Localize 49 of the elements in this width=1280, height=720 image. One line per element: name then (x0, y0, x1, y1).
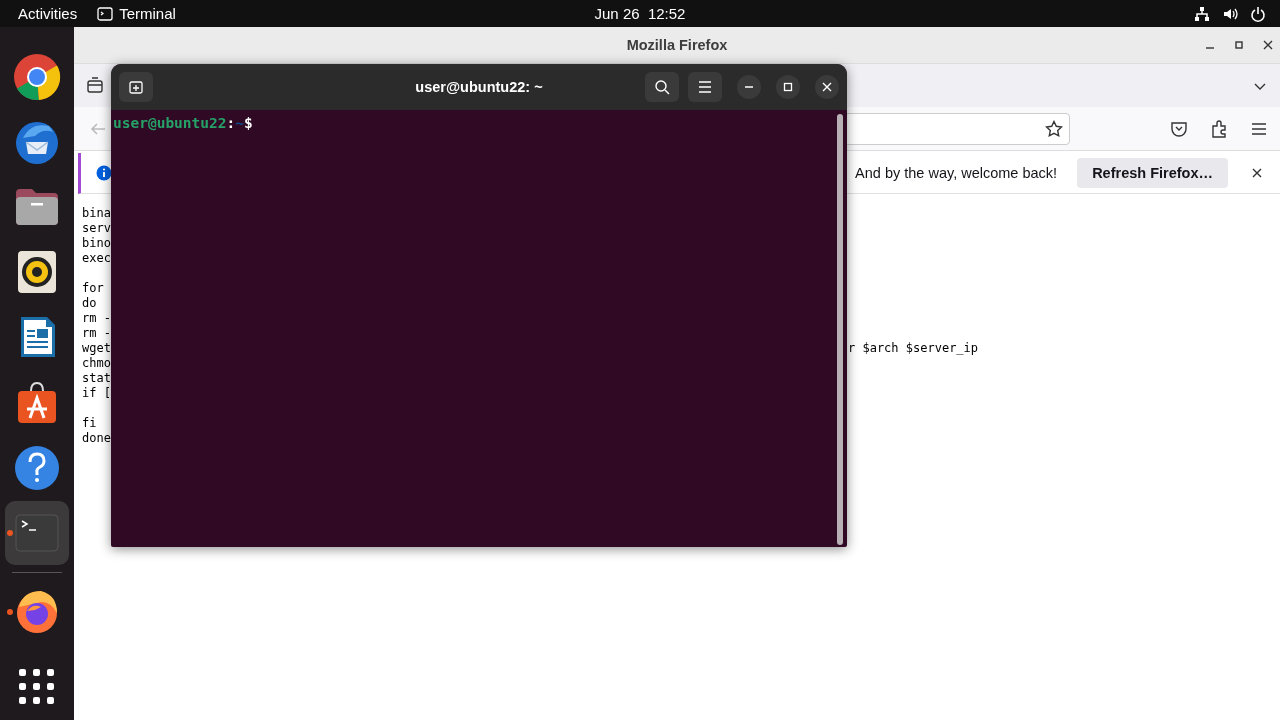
address-bar[interactable] (844, 112, 1070, 145)
code-line: bino (82, 236, 111, 251)
close-icon[interactable] (1250, 166, 1264, 180)
code-line: stat (82, 371, 111, 386)
help-icon (13, 443, 61, 492)
code-line: rm - (82, 326, 111, 341)
window-title: user@ubuntu22: ~ (415, 79, 543, 95)
clock[interactable]: Jun 26 12:52 (594, 5, 686, 22)
network-icon[interactable] (1194, 5, 1210, 22)
code-line: rm - (82, 311, 111, 326)
restore-icon[interactable] (1233, 39, 1245, 51)
window-title: Mozilla Firefox (626, 37, 728, 53)
code-line: r $arch $server_ip (848, 341, 979, 356)
minimize-icon (745, 86, 753, 88)
notification-message: And by the way, welcome back! (855, 165, 1058, 181)
menu-icon (698, 81, 712, 93)
close-icon[interactable] (1262, 39, 1274, 51)
search-button[interactable] (645, 72, 679, 102)
code-line: done (82, 431, 111, 446)
code-line: for (82, 281, 104, 296)
search-icon (654, 79, 670, 95)
code-line: if [ (82, 386, 111, 401)
pocket-icon[interactable] (1170, 119, 1188, 138)
minimize-button[interactable] (737, 75, 761, 99)
code-line: bina (82, 206, 111, 221)
tab-list-icon[interactable] (86, 76, 104, 95)
code-line: exec (82, 251, 111, 266)
code-line: wget (82, 341, 111, 356)
code-line: chmo (82, 356, 111, 371)
close-icon (822, 82, 832, 92)
code-line: serv (82, 221, 111, 236)
maximize-icon (783, 82, 793, 92)
menu-button[interactable] (688, 72, 722, 102)
activities-button[interactable]: Activities (0, 5, 96, 22)
bookmark-star-icon[interactable] (1045, 119, 1063, 138)
refresh-firefox-button[interactable]: Refresh Firefox… (1077, 158, 1228, 188)
power-icon[interactable] (1250, 5, 1266, 22)
close-button[interactable] (815, 75, 839, 99)
code-line: fi (82, 416, 97, 431)
extensions-icon[interactable] (1210, 119, 1228, 138)
new-tab-icon (128, 79, 144, 95)
terminal-icon (97, 6, 114, 21)
shell-prompt: user@ubuntu22:~$ (113, 114, 253, 132)
app-menu[interactable]: Terminal (97, 5, 176, 22)
new-tab-button[interactable] (119, 72, 153, 102)
info-icon (96, 165, 112, 181)
code-line: do (82, 296, 97, 311)
browser-icon (13, 52, 61, 101)
maximize-button[interactable] (776, 75, 800, 99)
